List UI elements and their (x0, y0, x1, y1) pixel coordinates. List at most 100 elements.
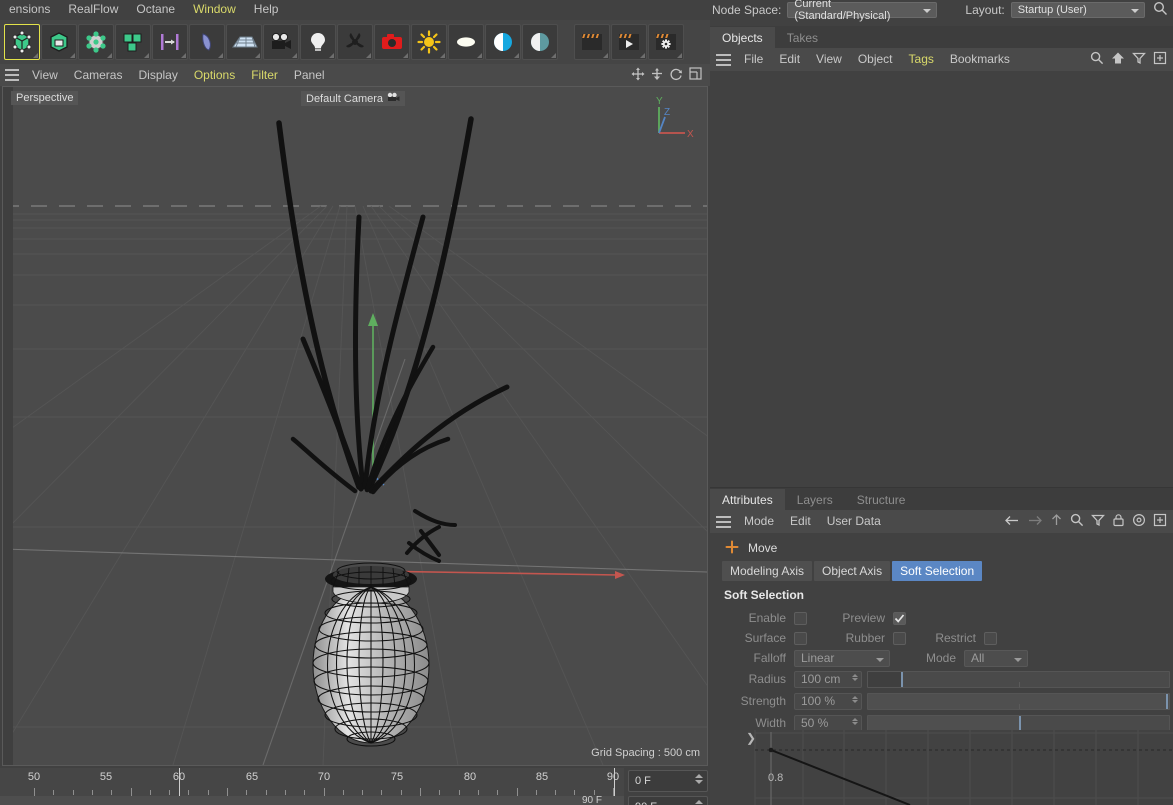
texture-axis-icon[interactable] (152, 24, 188, 60)
tab-layers[interactable]: Layers (784, 489, 845, 510)
attributes-menu-mode[interactable]: Mode (736, 510, 782, 533)
objects-menu-view[interactable]: View (808, 48, 850, 71)
graph-expand-chevron-icon[interactable]: ❯ (746, 731, 756, 745)
target-icon[interactable] (1132, 513, 1146, 530)
objects-menu-tags[interactable]: Tags (901, 48, 942, 71)
shading-icon[interactable] (522, 24, 558, 60)
viewport-menu-options[interactable]: Options (186, 64, 243, 86)
viewport-menu-panel[interactable]: Panel (286, 64, 333, 86)
objects-menu-object[interactable]: Object (850, 48, 901, 71)
input-radius[interactable]: 100 cm (794, 670, 862, 688)
slider-width[interactable] (867, 714, 1170, 732)
render-view-icon[interactable] (574, 24, 610, 60)
radius-stepper[interactable] (852, 673, 858, 681)
viewport-menu-cameras[interactable]: Cameras (66, 64, 131, 86)
dropdown-mode[interactable]: All (964, 649, 1028, 667)
timeline-ruler[interactable]: 50 55 60 65 70 75 80 85 90 (0, 768, 624, 790)
area-light-icon[interactable] (448, 24, 484, 60)
attributes-menu-edit[interactable]: Edit (782, 510, 819, 533)
menu-item-window[interactable]: Window (184, 0, 245, 18)
width-stepper[interactable] (852, 717, 858, 725)
viewport-3d[interactable]: Perspective Default Camera Grid Spacing … (2, 86, 708, 766)
filter-icon[interactable] (1132, 51, 1146, 68)
timeline-end-marker[interactable] (614, 768, 615, 798)
filter-icon[interactable] (1091, 513, 1105, 530)
forward-arrow-icon[interactable] (1027, 514, 1043, 530)
menu-item-octane[interactable]: Octane (127, 0, 184, 18)
attributes-menu-user-data[interactable]: User Data (819, 510, 889, 533)
contrast-icon[interactable] (485, 24, 521, 60)
viewport-hamburger-icon[interactable] (0, 69, 24, 81)
falloff-spline-graph[interactable]: 0.8 ❯ (710, 730, 1173, 805)
current-frame-field[interactable]: 0 F (628, 770, 708, 792)
render-picture-viewer-icon[interactable] (611, 24, 647, 60)
viewport-left-scrollbar[interactable] (3, 87, 13, 765)
deformer-icon[interactable] (189, 24, 225, 60)
checkbox-preview[interactable] (893, 611, 906, 625)
tab-soft-selection[interactable]: Soft Selection (892, 561, 983, 581)
end-frame-field[interactable]: 90 F (628, 796, 708, 805)
menu-item-extensions[interactable]: ensions (0, 0, 59, 18)
checkbox-rubber[interactable] (893, 631, 906, 645)
slider-radius[interactable] (867, 670, 1170, 688)
slider-strength-knob[interactable] (1166, 693, 1168, 709)
tab-objects[interactable]: Objects (710, 27, 775, 48)
end-frame-stepper[interactable] (695, 800, 703, 805)
point-mode-icon[interactable] (78, 24, 114, 60)
camera-icon[interactable] (263, 24, 299, 60)
nodespace-dropdown[interactable]: Current (Standard/Physical) (787, 0, 938, 22)
input-width[interactable]: 50 % (794, 714, 862, 732)
menu-item-help[interactable]: Help (245, 0, 288, 18)
timeline-playhead[interactable] (179, 768, 180, 798)
render-settings-icon[interactable] (648, 24, 684, 60)
object-axis-icon[interactable] (115, 24, 151, 60)
hair-icon[interactable] (337, 24, 373, 60)
make-editable-icon[interactable] (4, 24, 40, 60)
plus-icon[interactable] (1153, 51, 1167, 68)
rotate-icon[interactable] (669, 67, 683, 84)
dolly-icon[interactable] (651, 67, 663, 84)
checkbox-restrict[interactable] (984, 631, 997, 645)
search-icon[interactable] (1070, 513, 1084, 530)
maximize-viewport-icon[interactable] (689, 67, 702, 83)
lock-icon[interactable] (1112, 513, 1125, 530)
layout-dropdown[interactable]: Startup (User) (1010, 2, 1145, 18)
objects-hamburger-icon[interactable] (710, 53, 736, 66)
checkbox-surface[interactable] (794, 631, 807, 645)
menu-item-realflow[interactable]: RealFlow (59, 0, 127, 18)
slider-width-knob[interactable] (1018, 715, 1021, 731)
viewport-menu-display[interactable]: Display (130, 64, 185, 86)
light-icon[interactable] (300, 24, 336, 60)
search-icon[interactable] (1090, 51, 1104, 68)
objects-menu-edit[interactable]: Edit (771, 48, 808, 71)
slider-strength[interactable] (867, 692, 1170, 710)
tab-takes[interactable]: Takes (774, 27, 831, 48)
viewport-camera-label[interactable]: Default Camera (301, 91, 406, 106)
pan-icon[interactable] (631, 67, 645, 84)
objects-menu-file[interactable]: File (736, 48, 771, 71)
tab-attributes[interactable]: Attributes (710, 489, 785, 510)
home-icon[interactable] (1111, 51, 1125, 68)
back-arrow-icon[interactable] (1004, 514, 1020, 530)
viewport-menu-filter[interactable]: Filter (243, 64, 286, 86)
render-camera-icon[interactable] (374, 24, 410, 60)
current-frame-stepper[interactable] (695, 774, 703, 784)
strength-stepper[interactable] (852, 695, 858, 703)
objects-menu-bookmarks[interactable]: Bookmarks (942, 48, 1018, 71)
global-search-icon[interactable] (1153, 1, 1168, 19)
tab-object-axis[interactable]: Object Axis (814, 561, 891, 581)
plus-icon[interactable] (1153, 513, 1167, 530)
floor-grid-icon[interactable] (226, 24, 262, 60)
dropdown-falloff[interactable]: Linear (794, 649, 890, 667)
object-tree[interactable] (710, 71, 1173, 487)
viewport-projection-label[interactable]: Perspective (11, 91, 79, 105)
input-strength[interactable]: 100 % (794, 692, 862, 710)
sun-icon[interactable] (411, 24, 447, 60)
attributes-hamburger-icon[interactable] (710, 515, 736, 528)
slider-radius-knob[interactable] (901, 671, 904, 687)
tab-modeling-axis[interactable]: Modeling Axis (722, 561, 813, 581)
up-arrow-icon[interactable] (1050, 513, 1063, 530)
checkbox-enable[interactable] (794, 611, 807, 625)
viewport-menu-view[interactable]: View (24, 64, 66, 86)
model-mode-icon[interactable] (41, 24, 77, 60)
